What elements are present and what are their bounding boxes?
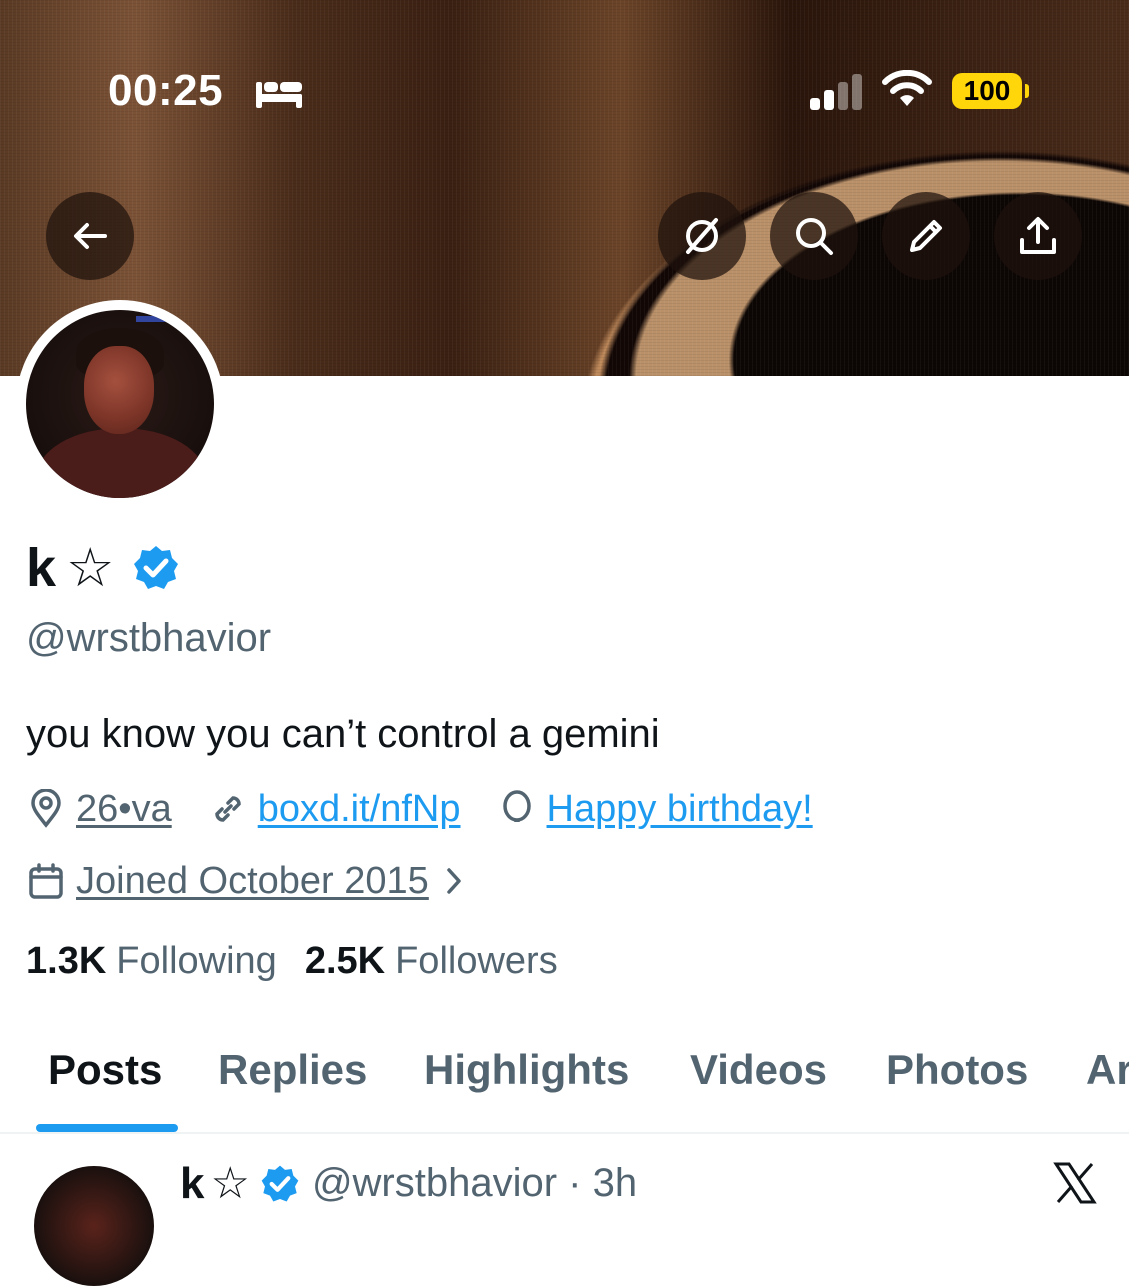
search-button[interactable] [770, 192, 858, 280]
avatar-body [36, 428, 206, 498]
share-icon [1020, 217, 1056, 254]
grok-button[interactable] [658, 192, 746, 280]
cellular-signal-icon [810, 74, 862, 110]
tab-photos[interactable]: Photos [886, 1046, 1028, 1094]
birthday-item[interactable]: Happy birthday! [497, 788, 813, 831]
follow-counts: 1.3K Following 2.5K Followers [26, 940, 586, 983]
post-handle-time: @wrstbhavior · 3h [311, 1161, 638, 1205]
sleep-focus-icon [256, 82, 302, 108]
grok-icon [686, 218, 718, 254]
website-item[interactable]: boxd.it/nfNp [208, 788, 461, 831]
post-avatar[interactable] [34, 1166, 154, 1286]
wifi-icon [882, 70, 932, 106]
tab-videos[interactable]: Videos [690, 1046, 827, 1094]
avatar-photo [26, 310, 214, 498]
battery-tip [1025, 84, 1029, 98]
location-pin-icon [31, 789, 61, 828]
profile-avatar[interactable] [16, 300, 224, 508]
x-logo-icon[interactable] [1052, 1160, 1098, 1206]
following-count[interactable]: 1.3K [26, 940, 106, 983]
calendar-icon [29, 863, 63, 899]
location-text: 26•va [76, 787, 172, 830]
tab-articles[interactable]: Ar [1086, 1046, 1129, 1094]
verified-badge-icon[interactable] [132, 544, 180, 592]
website-link[interactable]: boxd.it/nfNp [258, 788, 461, 831]
profile-meta-row: 26•va boxd.it/nfNp Happy birthday! [26, 786, 849, 832]
back-button[interactable] [46, 192, 134, 280]
post-verified-badge-icon [261, 1165, 299, 1201]
followers-label[interactable]: Followers [395, 940, 558, 983]
joined-item[interactable]: Joined October 2015 [26, 860, 475, 903]
avatar-face [84, 346, 154, 434]
search-icon [796, 218, 833, 255]
balloon-icon [502, 790, 531, 822]
name-star-symbol: ☆ [66, 536, 115, 599]
tab-highlights[interactable]: Highlights [424, 1046, 629, 1094]
tab-posts[interactable]: Posts [48, 1046, 162, 1094]
battery-indicator: 100 [952, 73, 1022, 109]
joined-date: Joined October 2015 [76, 859, 429, 902]
status-time: 00:25 [108, 66, 224, 115]
chevron-right-icon [447, 868, 461, 894]
display-name: k [26, 538, 57, 598]
profile-bio: you know you can’t control a gemini [26, 712, 660, 756]
post-author-symbol: ☆ [210, 1158, 250, 1209]
edit-button[interactable] [882, 192, 970, 280]
share-button[interactable] [994, 192, 1082, 280]
post-header: k ☆ @wrstbhavior · 3h [180, 1158, 637, 1209]
birthday-link[interactable]: Happy birthday! [547, 788, 813, 831]
joined-row[interactable]: Joined October 2015 [26, 858, 511, 904]
location-item[interactable]: 26•va [26, 788, 172, 831]
active-tab-indicator [36, 1124, 178, 1132]
followers-count[interactable]: 2.5K [305, 940, 385, 983]
post-author-name[interactable]: k [180, 1159, 204, 1209]
edit-icon [910, 220, 942, 252]
following-label[interactable]: Following [116, 940, 277, 983]
link-icon [214, 796, 241, 822]
tab-replies[interactable]: Replies [218, 1046, 367, 1094]
display-name-row: k ☆ [26, 538, 180, 598]
arrow-left-icon [74, 223, 107, 249]
profile-tabs: Posts Replies Highlights Videos Photos A… [0, 1040, 1129, 1134]
avatar-background-light [136, 316, 176, 322]
profile-handle: @wrstbhavior [26, 616, 272, 660]
